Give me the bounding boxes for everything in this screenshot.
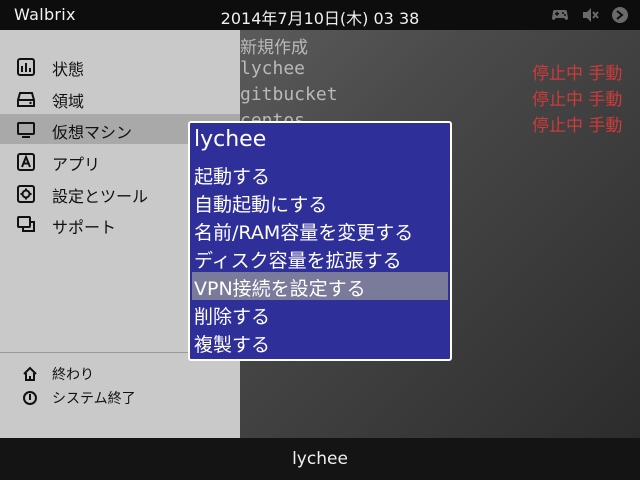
chat-icon	[16, 215, 36, 235]
list-item[interactable]: lychee 停止中 手動	[240, 57, 640, 84]
menu-title: lychee	[194, 127, 267, 152]
vm-action-menu: lychee 起動する 自動起動にする 名前/RAM容量を変更する ディスク容量…	[188, 121, 452, 361]
menu-item-start[interactable]: 起動する	[192, 160, 448, 188]
exit-label: 終わり	[52, 367, 94, 383]
sidebar-item-label: サポート	[52, 218, 117, 237]
monitor-icon	[16, 120, 36, 140]
exit-button[interactable]: 終わり	[0, 363, 240, 385]
vm-status: 停止中 手動	[532, 116, 623, 136]
menu-item-label: 複製する	[194, 334, 271, 356]
clock: 2014年7月10日(木) 03 38	[220, 9, 420, 28]
sidebar-item-status[interactable]: 状態	[0, 51, 240, 81]
sidebar-item-label: 状態	[52, 60, 85, 79]
shutdown-label: システム終了	[52, 391, 136, 407]
menu-item-vpn[interactable]: VPN接続を設定する	[192, 272, 448, 300]
menu-item-label: 名前/RAM容量を変更する	[194, 222, 414, 244]
sidebar-item-label: 仮想マシン	[52, 123, 133, 142]
status-bar: lychee	[0, 438, 640, 480]
menu-item-expand-disk[interactable]: ディスク容量を拡張する	[192, 244, 448, 272]
menu-item-label: 自動起動にする	[194, 194, 328, 216]
drive-icon	[16, 89, 36, 109]
chart-icon	[16, 57, 36, 77]
sidebar-item-label: アプリ	[52, 155, 101, 174]
vm-name: lychee	[240, 58, 306, 79]
sidebar-item-label: 領域	[52, 92, 85, 111]
menu-item-autostart[interactable]: 自動起動にする	[192, 188, 448, 216]
power-icon	[22, 390, 38, 406]
top-bar: Walbrix 2014年7月10日(木) 03 38	[0, 0, 640, 30]
vm-status: 停止中 手動	[532, 90, 623, 110]
list-item[interactable]: 新規作成	[240, 32, 640, 58]
vm-name: gitbucket	[240, 84, 338, 105]
network-icon[interactable]	[610, 5, 630, 25]
gamepad-icon[interactable]	[550, 5, 570, 25]
sidebar-item-label: 設定とツール	[52, 187, 149, 206]
app-icon	[16, 152, 36, 172]
menu-item-rename-ram[interactable]: 名前/RAM容量を変更する	[192, 216, 448, 244]
menu-item-duplicate[interactable]: 複製する	[192, 328, 448, 356]
shutdown-button[interactable]: システム終了	[0, 387, 240, 409]
system-tray	[550, 5, 630, 25]
sidebar-item-storage[interactable]: 領域	[0, 83, 240, 113]
gear-icon	[16, 184, 36, 204]
vm-name: 新規作成	[240, 38, 308, 58]
list-item[interactable]: gitbucket 停止中 手動	[240, 83, 640, 110]
menu-item-label: VPN接続を設定する	[194, 278, 366, 300]
menu-item-label: 削除する	[194, 306, 271, 328]
status-text: lychee	[292, 449, 348, 469]
vm-status: 停止中 手動	[532, 64, 623, 84]
menu-item-label: ディスク容量を拡張する	[194, 250, 402, 272]
volume-mute-icon[interactable]	[580, 5, 600, 25]
menu-item-label: 起動する	[194, 166, 271, 188]
home-icon	[22, 366, 38, 382]
menu-item-delete[interactable]: 削除する	[192, 300, 448, 328]
